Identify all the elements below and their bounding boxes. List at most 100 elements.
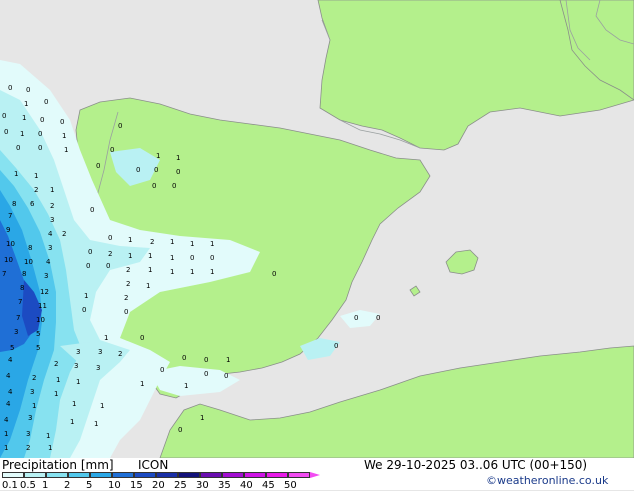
precip-value-label: 0 bbox=[172, 182, 176, 190]
scale-swatch bbox=[288, 472, 310, 478]
precip-value-label: 3 bbox=[96, 364, 100, 372]
precip-value-label: 0 bbox=[88, 248, 92, 256]
scale-swatch bbox=[156, 472, 178, 478]
precip-value-label: 1 bbox=[76, 378, 80, 386]
precip-value-label: 0 bbox=[86, 262, 90, 270]
precip-value-label: 1 bbox=[176, 154, 180, 162]
precip-value-label: 4 bbox=[6, 400, 11, 408]
precip-value-label: 0 bbox=[224, 372, 228, 380]
scale-swatch bbox=[244, 472, 266, 478]
precip-value-label: 1 bbox=[54, 390, 58, 398]
precip-value-label: 1 bbox=[140, 380, 144, 388]
precip-value-label: 4 bbox=[4, 416, 9, 424]
scale-label: 2 bbox=[64, 480, 71, 491]
precip-value-label: 2 bbox=[126, 280, 130, 288]
precip-value-label: 1 bbox=[200, 414, 204, 422]
scale-label: 45 bbox=[262, 480, 275, 491]
precip-value-label: 0 bbox=[38, 130, 42, 138]
precip-value-label: 1 bbox=[72, 400, 76, 408]
precip-value-label: 1 bbox=[24, 100, 28, 108]
precip-value-label: 0 bbox=[178, 426, 182, 434]
precip-value-label: 1 bbox=[70, 418, 74, 426]
precip-value-label: 3 bbox=[76, 348, 80, 356]
precip-value-label: 4 bbox=[6, 372, 11, 380]
precip-value-label: 7 bbox=[8, 212, 12, 220]
precip-value-label: 0 bbox=[354, 314, 358, 322]
precip-value-label: 3 bbox=[30, 388, 34, 396]
scale-label: 0.1 bbox=[2, 480, 18, 491]
precip-value-label: 0 bbox=[334, 342, 338, 350]
scale-swatch bbox=[266, 472, 288, 478]
precip-value-label: 5 bbox=[36, 330, 40, 338]
precip-value-label: 0 bbox=[182, 354, 186, 362]
precip-value-label: 0 bbox=[190, 254, 194, 262]
precip-value-label: 0 bbox=[108, 234, 112, 242]
precip-value-label: 3 bbox=[14, 328, 18, 336]
precip-value-label: 1 bbox=[62, 132, 66, 140]
precip-value-label: 1 bbox=[104, 334, 108, 342]
precipitation-map: 0 01 00 1 0 00 1 0 10 0 11 12 18 6 27 39 4 210 8 310 10 47 8 38… bbox=[0, 0, 634, 458]
scale-swatch bbox=[178, 472, 200, 478]
precip-value-label: 2 bbox=[124, 294, 128, 302]
precip-value-label: 0 bbox=[90, 206, 94, 214]
precip-value-label: 3 bbox=[48, 244, 52, 252]
scale-swatch bbox=[90, 472, 112, 478]
precip-value-label: 8 bbox=[22, 270, 26, 278]
precip-value-label: 0 bbox=[96, 162, 100, 170]
precip-value-label: 1 bbox=[190, 240, 194, 248]
precip-value-label: 2 bbox=[62, 230, 66, 238]
precip-value-label: 0 bbox=[124, 308, 128, 316]
precip-value-label: 0 bbox=[154, 166, 158, 174]
scale-label: 35 bbox=[218, 480, 231, 491]
precip-value-label: 4 bbox=[46, 258, 51, 266]
precip-value-label: 10 bbox=[6, 240, 15, 248]
scale-swatch bbox=[46, 472, 68, 478]
precip-value-label: 1 bbox=[4, 430, 8, 438]
scale-label: 20 bbox=[152, 480, 165, 491]
scale-swatch bbox=[2, 472, 24, 478]
precip-value-label: 0 bbox=[376, 314, 380, 322]
precip-value-label: 1 bbox=[170, 268, 174, 276]
precip-value-label: 11 bbox=[38, 302, 47, 310]
precip-value-label: 2 bbox=[34, 186, 38, 194]
precip-value-label: 1 bbox=[64, 146, 68, 154]
site-credit: ©weatheronline.co.uk bbox=[486, 474, 609, 487]
precip-value-label: 10 bbox=[4, 256, 13, 264]
precip-value-label: 1 bbox=[184, 382, 188, 390]
legend-title: Precipitation [mm] bbox=[2, 458, 114, 472]
precip-value-label: 3 bbox=[98, 348, 102, 356]
scale-label: 40 bbox=[240, 480, 253, 491]
precip-value-label: 0 bbox=[272, 270, 276, 278]
precip-value-label: 1 bbox=[210, 240, 214, 248]
precip-value-label: 7 bbox=[2, 270, 6, 278]
precip-value-label: 0 bbox=[40, 116, 44, 124]
precip-value-label: 3 bbox=[74, 362, 78, 370]
precip-value-label: 5 bbox=[36, 344, 40, 352]
color-scale: 0.1 0.5 1 2 5 10 15 20 25 30 35 40 45 50 bbox=[2, 472, 332, 491]
precip-value-label: 10 bbox=[24, 258, 33, 266]
precip-value-label: 0 bbox=[210, 254, 214, 262]
forecast-datetime: We 29-10-2025 03..06 UTC (00+150) bbox=[364, 458, 588, 472]
scale-label: 50 bbox=[284, 480, 297, 491]
precip-value-label: 8 bbox=[12, 200, 16, 208]
precip-value-label: 1 bbox=[50, 186, 54, 194]
precip-value-label: 2 bbox=[32, 374, 36, 382]
precip-value-label: 0 bbox=[82, 306, 86, 314]
precip-value-label: 2 bbox=[108, 250, 112, 258]
precip-value-label: 3 bbox=[50, 216, 54, 224]
precip-value-label: 1 bbox=[148, 252, 152, 260]
precip-value-label: 1 bbox=[190, 268, 194, 276]
scale-swatch bbox=[68, 472, 90, 478]
precip-value-label: 1 bbox=[56, 376, 60, 384]
precip-value-label: 4 bbox=[8, 356, 13, 364]
scale-label: 25 bbox=[174, 480, 187, 491]
precip-value-label: 1 bbox=[32, 402, 36, 410]
precip-value-label: 2 bbox=[50, 202, 54, 210]
precip-value-label: 0 bbox=[140, 334, 144, 342]
precip-value-label: 1 bbox=[148, 266, 152, 274]
scale-label: 5 bbox=[86, 480, 93, 491]
precip-value-label: 4 bbox=[48, 230, 53, 238]
precip-value-label: 1 bbox=[210, 268, 214, 276]
precip-value-label: 1 bbox=[128, 236, 132, 244]
precip-value-label: 0 bbox=[110, 146, 114, 154]
